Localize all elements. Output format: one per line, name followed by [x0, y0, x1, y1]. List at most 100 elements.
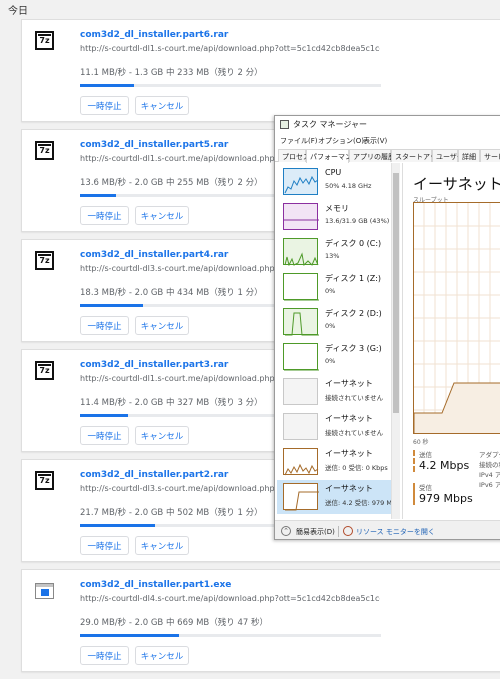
menu-view[interactable]: 表示(V)	[363, 136, 387, 146]
resource-thumbnail-graph	[283, 483, 319, 511]
resource-thumbnail-graph	[283, 273, 319, 301]
pause-button[interactable]: 一時停止	[80, 536, 129, 555]
cancel-button[interactable]: キャンセル	[135, 426, 189, 445]
recv-legend-marker	[413, 483, 415, 505]
adapter-label: アダプタ	[479, 451, 500, 459]
cancel-button[interactable]: キャンセル	[135, 646, 189, 665]
recv-value: 979 Mbps	[419, 492, 473, 505]
task-manager-tabs: プロセスパフォーマンスアプリの履歴スタートアップユーザー詳細サービ	[275, 148, 500, 163]
resource-detail: 接続されていません	[325, 429, 384, 437]
download-url: http://s-courtdl-dl4.s-court.me/api/down…	[80, 594, 380, 603]
resource-name: ディスク 1 (Z:)	[325, 274, 382, 283]
download-filename-link[interactable]: com3d2_dl_installer.part4.rar	[80, 250, 228, 260]
chevron-up-icon[interactable]: ⌃	[281, 526, 291, 536]
download-filename-link[interactable]: com3d2_dl_installer.part1.exe	[80, 580, 231, 590]
download-progress-fill	[80, 634, 180, 637]
pause-button[interactable]: 一時停止	[80, 206, 129, 225]
resource-thumbnail-graph	[283, 378, 318, 405]
download-filename-link[interactable]: com3d2_dl_installer.part3.rar	[80, 360, 228, 370]
send-legend-marker	[413, 450, 415, 472]
resource-detail: 13%	[325, 252, 340, 260]
graph-time-axis-label: 60 秒	[413, 439, 429, 446]
download-filename-link[interactable]: com3d2_dl_installer.part5.rar	[80, 140, 228, 150]
7z-archive-icon: 7z	[35, 141, 54, 160]
tab-1[interactable]: パフォーマンス	[306, 149, 359, 163]
tab-5[interactable]: 詳細	[458, 149, 480, 162]
ethernet-detail-panel: イーサネット スループット 60 秒 送信 4.2 Mbps 受信 979 Mb…	[402, 163, 500, 519]
download-status: 21.7 MB/秒 - 2.0 GB 中 502 MB（残り 1 分）	[80, 508, 263, 518]
resource-item[interactable]: イーサネット 接続されていません	[277, 410, 391, 444]
send-label: 送信	[419, 451, 432, 459]
task-manager-titlebar[interactable]: タスク マネージャー	[275, 116, 500, 133]
task-manager-icon	[280, 120, 289, 129]
ipv6-label: IPv6 ア	[479, 481, 500, 489]
download-status: 18.3 MB/秒 - 2.0 GB 中 434 MB（残り 1 分）	[80, 288, 263, 298]
download-filename-link[interactable]: com3d2_dl_installer.part2.rar	[80, 470, 228, 480]
resource-item[interactable]: ディスク 1 (Z:) 0%	[277, 270, 391, 304]
resource-item[interactable]: ディスク 2 (D:) 0%	[277, 305, 391, 339]
resource-name: イーサネット	[325, 484, 373, 493]
resource-name: ディスク 0 (C:)	[325, 239, 382, 248]
download-progress-fill	[80, 84, 135, 87]
send-value: 4.2 Mbps	[419, 459, 470, 472]
throughput-graph	[413, 202, 500, 434]
pause-button[interactable]: 一時停止	[80, 96, 129, 115]
resource-thumbnail-graph	[283, 238, 319, 267]
download-progress-bar	[80, 84, 381, 87]
resource-name: ディスク 2 (D:)	[325, 309, 382, 318]
pause-button[interactable]: 一時停止	[80, 426, 129, 445]
tab-2[interactable]: アプリの履歴	[349, 149, 395, 162]
resource-thumbnail-graph	[283, 413, 318, 440]
download-progress-fill	[80, 194, 117, 197]
tab-3[interactable]: スタートアップ	[391, 149, 444, 162]
7z-archive-icon: 7z	[35, 31, 54, 50]
download-filename-link[interactable]: com3d2_dl_installer.part6.rar	[80, 30, 228, 40]
cancel-button[interactable]: キャンセル	[135, 536, 189, 555]
resource-monitor-icon	[343, 526, 353, 536]
download-url: http://s-courtdl-dl1.s-court.me/api/down…	[80, 44, 380, 53]
simple-view-link[interactable]: 簡易表示(D)	[296, 527, 335, 537]
menu-options[interactable]: オプション(O)	[318, 136, 364, 146]
resource-name: イーサネット	[325, 449, 373, 458]
resource-item[interactable]: メモリ 13.6/31.9 GB (43%)	[277, 200, 391, 234]
open-resource-monitor-link[interactable]: リソース モニターを開く	[356, 527, 435, 537]
tab-6[interactable]: サービ	[480, 149, 500, 162]
resource-detail: 13.6/31.9 GB (43%)	[325, 217, 390, 225]
resource-name: メモリ	[325, 204, 349, 213]
resource-item[interactable]: イーサネット 接続されていません	[277, 375, 391, 409]
menu-file[interactable]: ファイル(F)	[280, 136, 318, 146]
recv-label: 受信	[419, 484, 432, 492]
download-progress-bar	[80, 634, 381, 637]
resource-item[interactable]: ディスク 0 (C:) 13%	[277, 235, 391, 269]
throughput-area	[414, 382, 500, 433]
pause-button[interactable]: 一時停止	[80, 646, 129, 665]
resource-item[interactable]: ディスク 3 (G:) 0%	[277, 340, 391, 374]
resource-item[interactable]: イーサネット送信: 0 受信: 0 Kbps	[277, 445, 391, 479]
resource-detail: 接続されていません	[325, 394, 384, 402]
task-manager-title: タスク マネージャー	[293, 120, 367, 129]
resource-detail: 0%	[325, 322, 336, 330]
task-manager-footer: ⌃ 簡易表示(D) リソース モニターを開く	[275, 520, 500, 539]
7z-archive-icon: 7z	[35, 251, 54, 270]
cancel-button[interactable]: キャンセル	[135, 206, 189, 225]
section-header-today: 今日	[8, 6, 28, 17]
resource-thumbnail-graph	[283, 343, 319, 371]
resource-thumbnail-graph	[283, 448, 319, 476]
resource-detail: 0%	[325, 357, 336, 365]
download-status: 11.4 MB/秒 - 2.0 GB 中 327 MB（残り 3 分）	[80, 398, 263, 408]
download-progress-fill	[80, 304, 144, 307]
download-progress-fill	[80, 524, 156, 527]
cancel-button[interactable]: キャンセル	[135, 96, 189, 115]
resource-list-scrollbar[interactable]	[391, 163, 400, 519]
resource-item[interactable]: イーサネット 送信: 4.2 受信: 979 M	[277, 480, 392, 514]
ipv4-label: IPv4 ア	[479, 471, 500, 479]
resource-item[interactable]: CPU 50% 4.18 GHz	[277, 165, 391, 199]
scrollbar-thumb[interactable]	[393, 173, 399, 413]
cancel-button[interactable]: キャンセル	[135, 316, 189, 335]
tab-4[interactable]: ユーザー	[432, 149, 464, 162]
resource-detail: 0%	[325, 287, 336, 295]
resource-detail: 送信: 0 受信: 0 Kbps	[325, 464, 388, 472]
tab-0[interactable]: プロセス	[278, 149, 310, 162]
resource-list: CPU 50% 4.18 GHz メモリ 13.6/31.9 GB (43%) ディスク…	[275, 163, 401, 519]
pause-button[interactable]: 一時停止	[80, 316, 129, 335]
